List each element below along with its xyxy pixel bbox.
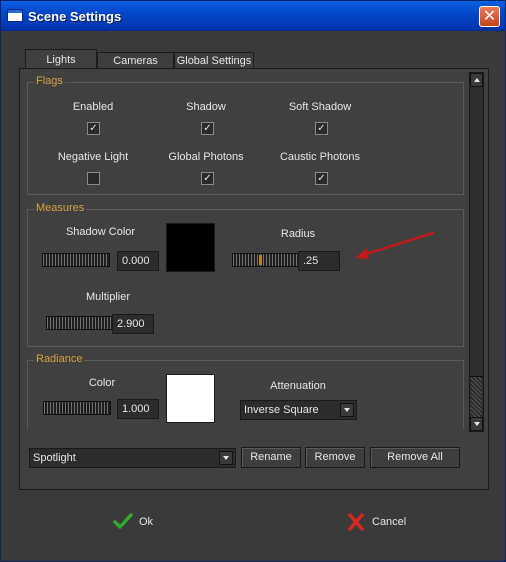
- caustic-photons-label: Caustic Photons: [279, 151, 361, 163]
- radius-value[interactable]: .25: [298, 251, 340, 271]
- scroll-down-button[interactable]: [470, 417, 483, 431]
- soft-shadow-label: Soft Shadow: [288, 101, 352, 113]
- attenuation-dropdown[interactable]: Inverse Square: [240, 400, 357, 420]
- title-bar[interactable]: Scene Settings ✕: [1, 1, 505, 31]
- shadow-color-swatch[interactable]: [166, 223, 215, 272]
- shadow-color-slider[interactable]: [42, 253, 110, 267]
- multiplier-value[interactable]: 2.900: [112, 314, 154, 334]
- radiance-color-value[interactable]: 1.000: [117, 399, 159, 419]
- flags-group-title: Flags: [34, 75, 65, 87]
- shadow-color-label: Shadow Color: [65, 226, 136, 238]
- radiance-group: Radiance Color 1.000 Attenuation Inverse…: [27, 353, 464, 429]
- caustic-photons-checkbox[interactable]: ✓: [315, 172, 328, 185]
- radius-slider[interactable]: [232, 253, 300, 267]
- cancel-label: Cancel: [372, 516, 407, 528]
- scene-settings-dialog: Scene Settings ✕ Lights Cameras Global S…: [0, 0, 506, 562]
- shadow-checkbox[interactable]: ✓: [201, 122, 214, 135]
- window-title: Scene Settings: [28, 9, 122, 24]
- window-icon: [7, 9, 23, 22]
- tab-lights[interactable]: Lights: [25, 49, 97, 70]
- radiance-color-slider[interactable]: [43, 401, 111, 415]
- remove-all-button[interactable]: Remove All: [370, 447, 460, 468]
- ok-label: Ok: [139, 516, 154, 528]
- chevron-down-icon[interactable]: [219, 451, 233, 465]
- global-photons-checkbox[interactable]: ✓: [201, 172, 214, 185]
- enabled-label: Enabled: [72, 101, 114, 113]
- multiplier-label: Multiplier: [85, 291, 130, 303]
- flags-group: Flags Enabled ✓ Shadow ✓ Soft Shadow ✓ N…: [27, 75, 464, 195]
- radiance-group-title: Radiance: [34, 353, 85, 365]
- scroll-up-button[interactable]: [470, 73, 483, 87]
- x-cross-icon: [348, 513, 364, 531]
- global-photons-label: Global Photons: [168, 151, 244, 163]
- remove-button[interactable]: Remove: [305, 447, 365, 468]
- chevron-down-icon[interactable]: [340, 403, 354, 417]
- negative-light-checkbox[interactable]: [87, 172, 100, 185]
- ok-button[interactable]: Ok: [113, 513, 173, 533]
- scrollbar-track[interactable]: [471, 377, 482, 417]
- attenuation-value: Inverse Square: [244, 404, 319, 416]
- scrollbar-thumb[interactable]: [470, 87, 483, 377]
- checkmark-icon: [113, 513, 133, 529]
- vertical-scrollbar[interactable]: [469, 72, 484, 432]
- soft-shadow-checkbox[interactable]: ✓: [315, 122, 328, 135]
- multiplier-slider[interactable]: [46, 316, 114, 330]
- cancel-button[interactable]: Cancel: [346, 513, 416, 533]
- light-select-dropdown[interactable]: Spotlight: [29, 448, 236, 468]
- close-button[interactable]: ✕: [479, 6, 500, 27]
- annotation-arrow-icon: [355, 231, 435, 259]
- light-select-value: Spotlight: [33, 452, 76, 464]
- tab-global-settings[interactable]: Global Settings: [174, 52, 254, 69]
- tab-cameras[interactable]: Cameras: [97, 52, 174, 69]
- negative-light-label: Negative Light: [57, 151, 129, 163]
- measures-group-title: Measures: [34, 202, 87, 214]
- shadow-color-value[interactable]: 0.000: [117, 251, 159, 271]
- shadow-label: Shadow: [186, 101, 226, 113]
- enabled-checkbox[interactable]: ✓: [87, 122, 100, 135]
- radius-label: Radius: [280, 228, 316, 240]
- radiance-color-swatch[interactable]: [166, 374, 215, 423]
- radiance-color-label: Color: [88, 377, 116, 389]
- rename-button[interactable]: Rename: [241, 447, 301, 468]
- attenuation-label: Attenuation: [270, 380, 326, 392]
